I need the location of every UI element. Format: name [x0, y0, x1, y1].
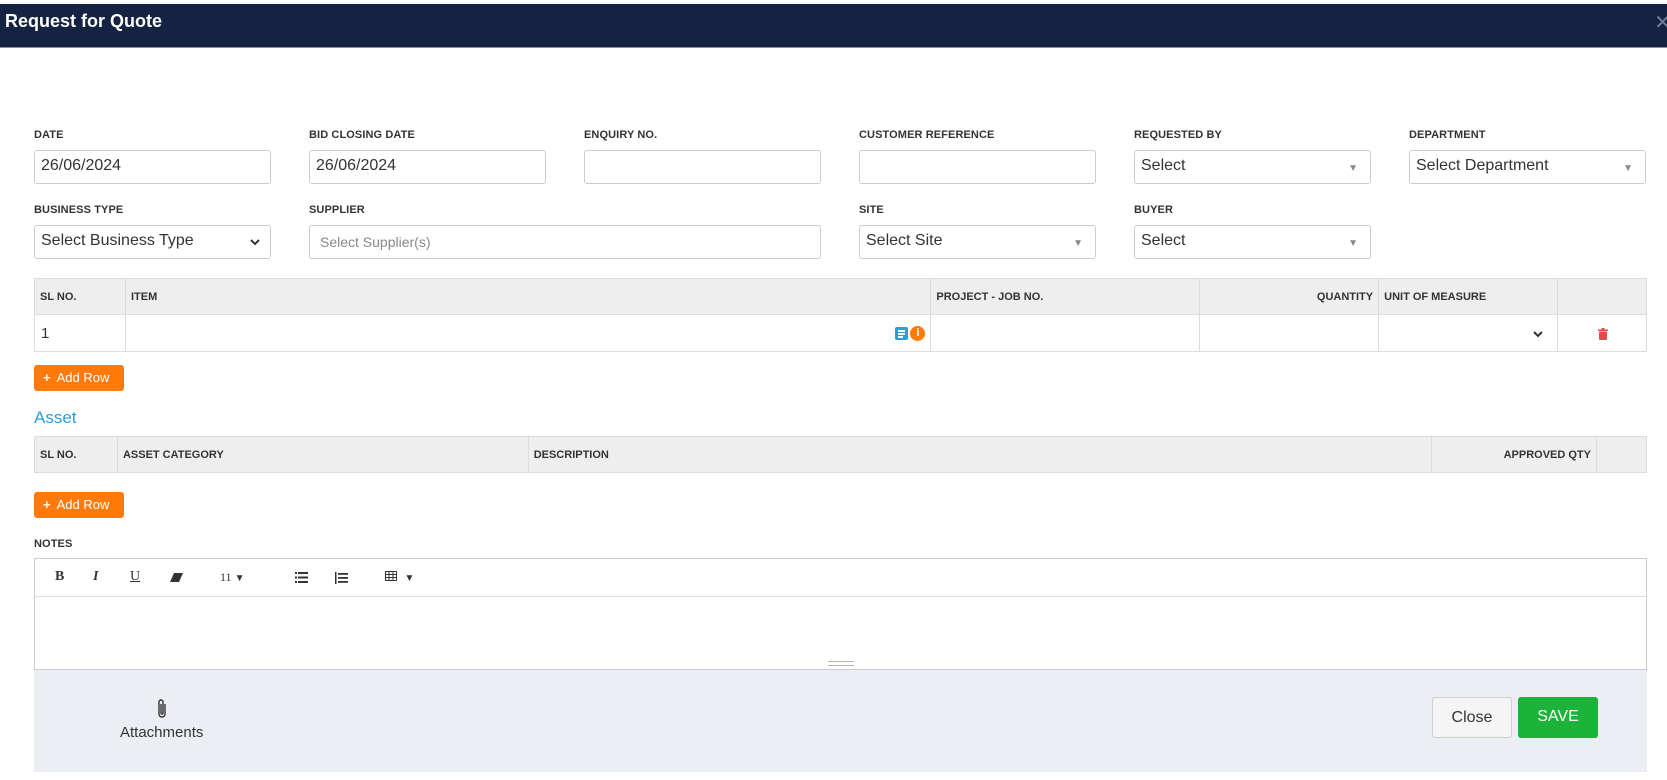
asset-section-title: Asset [34, 408, 77, 427]
col-asset-sl-no: SL NO. [34, 436, 118, 473]
cell-sl-no: 1 [34, 314, 126, 352]
enquiry-no-label: ENQUIRY NO. [584, 129, 658, 141]
caret-down-icon: ▼ [1348, 163, 1358, 174]
font-size-value: 11 [220, 570, 232, 584]
notes-label: NOTES [34, 538, 73, 550]
bid-closing-date-label: BID CLOSING DATE [309, 129, 415, 141]
table-row: 1 i [34, 314, 1647, 352]
col-description: DESCRIPTION [527, 436, 1433, 473]
close-button[interactable]: Close [1432, 697, 1512, 738]
ordered-list-icon[interactable] [335, 572, 348, 584]
site-select[interactable]: Select Site ▼ [859, 225, 1096, 259]
item-details-icon[interactable] [895, 327, 909, 340]
paperclip-icon [157, 699, 166, 718]
department-value: Select Department [1416, 157, 1549, 174]
caret-down-icon: ▼ [234, 573, 245, 584]
asset-table-header: SL NO. ASSET CATEGORY DESCRIPTION APPROV… [34, 436, 1648, 473]
col-asset-category: ASSET CATEGORY [116, 436, 529, 473]
chevron-down-icon [1533, 331, 1543, 338]
supplier-label: SUPPLIER [309, 204, 365, 216]
date-input[interactable]: 26/06/2024 [34, 150, 271, 184]
date-label: DATE [34, 129, 64, 141]
col-quantity: QUANTITY [1199, 278, 1380, 315]
col-sl-no: SL NO. [34, 278, 126, 315]
site-value: Select Site [866, 232, 943, 249]
buyer-label: BUYER [1134, 204, 1174, 216]
delete-icon[interactable] [1598, 328, 1609, 340]
supplier-placeholder: Select Supplier(s) [320, 234, 431, 250]
department-label: DEPARTMENT [1409, 129, 1486, 141]
table-icon [385, 571, 397, 581]
site-label: SITE [859, 204, 884, 216]
notes-content-area[interactable] [35, 597, 1646, 669]
bold-button[interactable]: B [55, 569, 64, 585]
caret-down-icon: ▼ [1623, 163, 1633, 174]
attachments-label: Attachments [120, 724, 204, 741]
buyer-value: Select [1141, 232, 1186, 249]
cell-project-job-no[interactable] [930, 314, 1201, 352]
requested-by-select[interactable]: Select ▼ [1134, 150, 1371, 184]
supplier-multiselect[interactable]: Select Supplier(s) [309, 225, 821, 259]
add-row-label: Add Row [56, 497, 110, 512]
col-unit-of-measure: UNIT OF MEASURE [1378, 278, 1559, 315]
attachments-button[interactable]: Attachments [120, 698, 203, 741]
col-item: ITEM [124, 278, 932, 315]
unordered-list-icon[interactable] [295, 572, 308, 583]
dialog-title: Request for Quote [5, 11, 163, 31]
cell-unit-of-measure[interactable] [1378, 314, 1559, 352]
font-size-dropdown[interactable]: 11 ▼ [220, 570, 244, 585]
cell-actions [1557, 314, 1647, 352]
caret-down-icon: ▼ [404, 573, 415, 584]
add-row-label: Add Row [56, 370, 110, 385]
col-asset-actions [1595, 436, 1648, 473]
add-item-row-button[interactable]: + Add Row [34, 365, 124, 391]
caret-down-icon: ▼ [1348, 238, 1358, 249]
caret-down-icon: ▼ [1073, 238, 1083, 249]
customer-reference-label: CUSTOMER REFERENCE [859, 129, 995, 141]
underline-button[interactable]: U [130, 569, 140, 585]
bid-closing-date-input[interactable]: 26/06/2024 [309, 150, 546, 184]
eraser-icon[interactable] [170, 573, 183, 582]
col-project-job-no: PROJECT - JOB NO. [930, 278, 1201, 315]
bid-closing-date-value: 26/06/2024 [316, 157, 397, 174]
italic-button[interactable]: I [93, 569, 98, 585]
items-table-header: SL NO. ITEM PROJECT - JOB NO. QUANTITY U… [34, 278, 1647, 315]
items-table: SL NO. ITEM PROJECT - JOB NO. QUANTITY U… [34, 278, 1647, 352]
save-button[interactable]: SAVE [1518, 697, 1598, 738]
plus-icon: + [43, 370, 51, 385]
dialog-footer: Attachments Close SAVE [34, 670, 1647, 772]
plus-icon: + [43, 497, 51, 512]
cell-item[interactable]: i [124, 314, 932, 352]
business-type-value: Select Business Type [41, 232, 194, 249]
table-insert-button[interactable]: ▼ [385, 570, 414, 586]
add-asset-row-button[interactable]: + Add Row [34, 492, 124, 518]
requested-by-label: REQUESTED BY [1134, 129, 1222, 141]
asset-table: SL NO. ASSET CATEGORY DESCRIPTION APPROV… [34, 436, 1648, 473]
requested-by-value: Select [1141, 157, 1186, 174]
resize-handle[interactable] [828, 661, 854, 666]
col-actions [1557, 278, 1647, 315]
enquiry-no-input[interactable] [584, 150, 821, 184]
info-icon[interactable]: i [910, 326, 926, 341]
customer-reference-input[interactable] [859, 150, 1096, 184]
col-approved-qty: APPROVED QTY [1431, 436, 1597, 473]
date-value: 26/06/2024 [41, 157, 122, 174]
business-type-select[interactable]: Select Business Type [34, 225, 271, 259]
buyer-select[interactable]: Select ▼ [1134, 225, 1371, 259]
cell-quantity[interactable] [1199, 314, 1380, 352]
department-select[interactable]: Select Department ▼ [1409, 150, 1646, 184]
notes-editor: B I U 11 ▼ ▼ [34, 558, 1647, 670]
notes-toolbar: B I U 11 ▼ ▼ [35, 559, 1646, 597]
business-type-label: BUSINESS TYPE [34, 204, 124, 216]
close-icon[interactable]: ✕ [1654, 10, 1667, 35]
chevron-down-icon [250, 239, 260, 246]
dialog-titlebar: Request for Quote ✕ [0, 4, 1667, 48]
